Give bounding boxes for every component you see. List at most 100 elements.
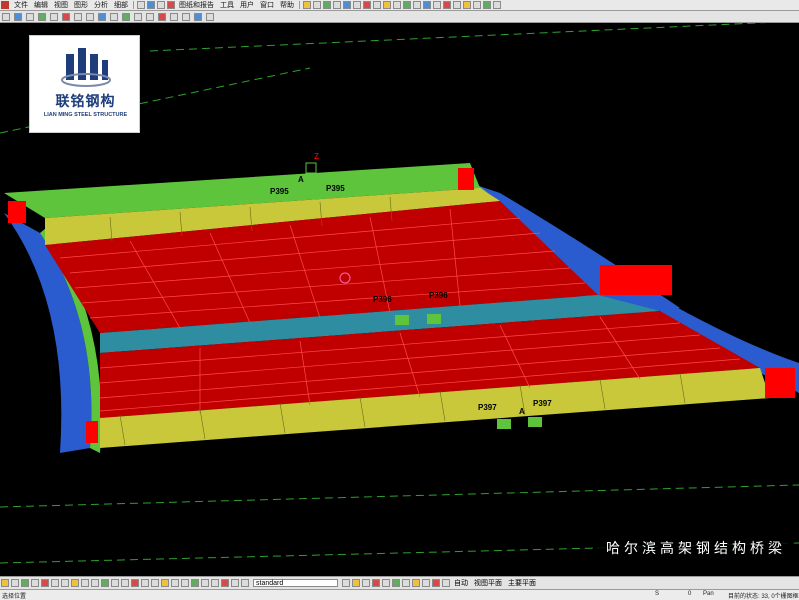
select-assembly-icon[interactable] [38,12,46,21]
undo-icon[interactable] [167,1,175,9]
select-part-icon[interactable] [26,12,34,21]
properties-icon[interactable] [383,1,391,9]
new-model-icon[interactable] [137,1,145,9]
measure-icon[interactable] [373,1,381,9]
open-model-icon[interactable] [147,1,155,9]
snap-line-icon[interactable] [182,12,190,21]
select-grid-icon[interactable] [74,12,82,21]
select-reference-icon[interactable] [111,579,119,587]
menu-window[interactable]: 窗口 [257,0,277,10]
view-icon[interactable] [343,1,351,9]
menu-view[interactable]: 视图 [51,0,71,10]
snap-perpendiculars-icon[interactable] [412,579,420,587]
main-plane-dropdown[interactable]: 主要平面 [505,578,539,588]
select-pours-icon[interactable] [171,579,179,587]
select-icon[interactable] [403,1,411,9]
select-bolts-icon[interactable] [41,579,49,587]
menu-drawings-reports[interactable]: 图纸和报告 [176,0,217,10]
select-grids-icon[interactable] [81,579,89,587]
pointer-icon[interactable] [2,12,10,21]
filter-icon[interactable] [393,1,401,9]
menu-analysis[interactable]: 分析 [91,0,111,10]
menu-help[interactable]: 帮助 [277,0,297,10]
pan-icon[interactable] [423,1,431,9]
snap-endpoints-icon[interactable] [372,579,380,587]
delete-icon[interactable] [443,1,451,9]
select-construction-lines-icon[interactable] [211,579,219,587]
select-assembly-toggle-icon[interactable] [231,579,239,587]
select-loads-icon[interactable] [161,579,169,587]
select-views-icon[interactable] [71,579,79,587]
select-point-icon[interactable] [86,12,94,21]
select-weld-icon[interactable] [62,12,70,21]
phase-icon[interactable] [483,1,491,9]
select-cuts-icon[interactable] [61,579,69,587]
bearing-p397-left [497,419,511,429]
select-plane-icon[interactable] [98,12,106,21]
select-objects-icon[interactable] [131,579,139,587]
select-welds-icon[interactable] [51,579,59,587]
select-phases-icon[interactable] [151,579,159,587]
menu-detailing[interactable]: 细部 [111,0,131,10]
snap-center-icon[interactable] [146,12,154,21]
copy-icon[interactable] [313,1,321,9]
snap-extensions-icon[interactable] [422,579,430,587]
snap-midpoints-icon[interactable] [392,579,400,587]
filter-dropdown-icon[interactable] [342,579,350,587]
snap-centers-icon[interactable] [382,579,390,587]
snap-end-icon[interactable] [122,12,130,21]
select-reinforcement-icon[interactable] [191,579,199,587]
snap-intersection-icon[interactable] [158,12,166,21]
select-tasks-icon[interactable] [141,579,149,587]
clash-check-icon[interactable] [363,1,371,9]
select-points-icon[interactable] [91,579,99,587]
select-single-objects-icon[interactable] [221,579,229,587]
snap-ref-lines-icon[interactable] [352,579,360,587]
select-assemblies-icon[interactable] [121,579,129,587]
snap-perpendicular-icon[interactable] [170,12,178,21]
logo-mark-icon [61,48,111,87]
report-icon[interactable] [473,1,481,9]
render-icon[interactable] [433,1,441,9]
menu-user[interactable]: 用户 [237,0,257,10]
toolbar-separator [299,1,300,9]
snap-geometry-icon[interactable] [362,579,370,587]
select-filter-icon[interactable] [1,579,9,587]
select-distances-icon[interactable] [201,579,209,587]
save-icon[interactable] [157,1,165,9]
move-icon[interactable] [453,1,461,9]
select-planes-icon[interactable] [101,579,109,587]
plane-mode-dropdown[interactable]: 自动 [451,578,471,588]
organizer-icon[interactable] [493,1,501,9]
view-plane-dropdown[interactable]: 视图平面 [471,578,505,588]
menu-file[interactable]: 文件 [11,0,31,10]
grid-icon[interactable] [333,1,341,9]
snap-mid-icon[interactable] [134,12,142,21]
snap-nearest-point-icon[interactable] [442,579,450,587]
snap-any-position-icon[interactable] [432,579,440,587]
snap-intersections-icon[interactable] [402,579,410,587]
status-command: Pan [703,591,714,597]
rotate-icon[interactable] [353,1,361,9]
numbering-icon[interactable] [463,1,471,9]
select-bolt-icon[interactable] [50,12,58,21]
selection-filter-input[interactable]: standard [253,579,338,587]
label-p396-right: P396 [429,291,448,300]
zoom-icon[interactable] [413,1,421,9]
folder-icon[interactable] [303,1,311,9]
select-all-icon[interactable] [14,12,22,21]
select-cut-icon[interactable] [110,12,118,21]
snap-free-icon[interactable] [206,12,214,21]
select-rebar-icon[interactable] [181,579,189,587]
snap-icon[interactable] [323,1,331,9]
select-surface-icon[interactable] [31,579,39,587]
menu-edit[interactable]: 编辑 [31,0,51,10]
status-bar: 选择位置 S 0 Pan 目前的状态: 33, 0个栅图框 [0,589,799,600]
select-parts-icon[interactable] [21,579,29,587]
toolbar-separator [133,1,134,9]
snap-nearest-icon[interactable] [194,12,202,21]
select-components-icon[interactable] [11,579,19,587]
menu-modeling[interactable]: 图形 [71,0,91,10]
select-nested-icon[interactable] [241,579,249,587]
menu-tools[interactable]: 工具 [217,0,237,10]
